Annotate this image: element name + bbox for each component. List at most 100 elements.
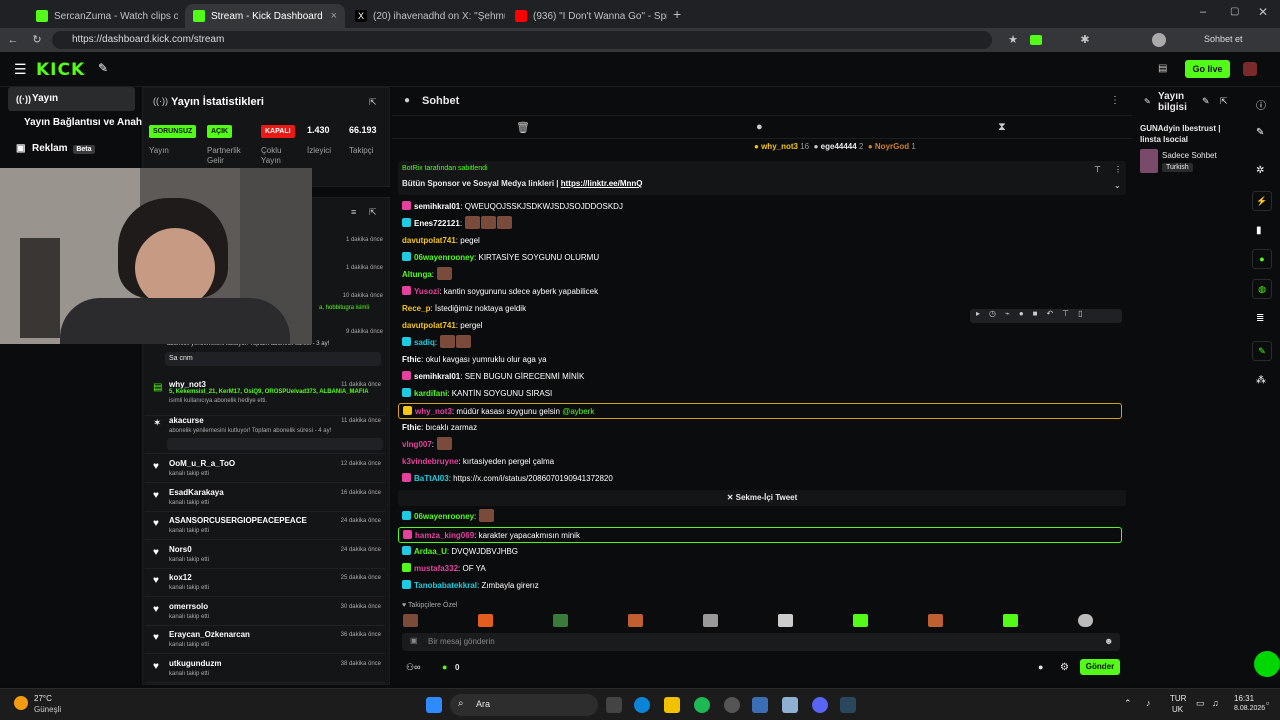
- tag-badge[interactable]: Turkish: [1162, 163, 1193, 172]
- chat-message[interactable]: semihkral01: SEN BUGUN GİRECENMİ MİNİK: [402, 369, 1122, 385]
- browser-tab[interactable]: X (20) ihavenadhd on X: "Şehmus & ×: [347, 4, 505, 28]
- close-tab-icon[interactable]: ×: [331, 10, 337, 22]
- star-icon[interactable]: ★: [1006, 33, 1020, 47]
- settings-icon[interactable]: ✲: [1256, 165, 1264, 176]
- chat-message[interactable]: kardifani: KANTİN SOYGUNU SIRASI: [402, 386, 1122, 402]
- chat-message[interactable]: Fthic: okul kavgası yumruklu olur aga ya: [402, 352, 1122, 368]
- chat-message[interactable]: Altunga:: [402, 267, 1122, 283]
- list-item[interactable]: ♥ kox12 kanalı takip etti 25 dakika önce: [145, 569, 385, 597]
- browser-tab[interactable]: SercanZuma - Watch clips on Kick ×: [28, 4, 178, 28]
- monitor-icon[interactable]: ▭: [1196, 698, 1205, 709]
- edit-icon[interactable]: ✎: [1202, 96, 1210, 107]
- chat-bubble-icon[interactable]: ●: [1038, 662, 1043, 672]
- chat-message[interactable]: hamza_king069: karakter yapacakmısın min…: [398, 527, 1122, 543]
- list-item[interactable]: ✶ akacurse 11 dakika önce abonelik yenil…: [145, 412, 385, 454]
- pin-icon[interactable]: ⊤: [1094, 165, 1101, 174]
- list-item[interactable]: ♥ Nors0 kanalı takip etti 24 dakika önce: [145, 541, 385, 569]
- browser-tab-active[interactable]: Stream - Kick Dashboard ×: [185, 4, 345, 28]
- popout-icon[interactable]: ⇱: [369, 97, 377, 108]
- list-item[interactable]: ♥ utkugunduzm kanalı takip etti 38 dakika ö…: [145, 655, 385, 683]
- chat-message[interactable]: sadiq:: [402, 335, 1122, 351]
- popout-icon[interactable]: ⇱: [369, 207, 377, 218]
- url-input[interactable]: https://dashboard.kick.com/stream: [52, 31, 992, 49]
- profile-label[interactable]: Sohbet et: [1204, 34, 1243, 44]
- filter-icon[interactable]: ≡: [351, 207, 356, 217]
- folder-icon[interactable]: [664, 697, 680, 713]
- chat-message[interactable]: Fthic: bıcaklı zarmaz: [402, 420, 1122, 436]
- windows-start-icon[interactable]: [426, 697, 442, 713]
- menu-icon[interactable]: ☰: [14, 61, 27, 78]
- list-item[interactable]: ♥ OoM_u_R_a_ToO kanalı takip etti 12 dakika…: [145, 455, 385, 483]
- kick-logo[interactable]: KICK: [36, 60, 85, 80]
- layers-icon[interactable]: ≣: [1256, 313, 1264, 324]
- edge-icon[interactable]: [634, 697, 650, 713]
- chat-message[interactable]: 06wayenrooney: KIRTASİYE SOYGUNU OLURMU: [402, 250, 1122, 266]
- avatar[interactable]: [1152, 33, 1166, 47]
- users-icon[interactable]: ⚇∞: [406, 662, 420, 673]
- chat-message[interactable]: Enes722121:: [402, 216, 1122, 232]
- app-icon[interactable]: [752, 697, 768, 713]
- chat-input[interactable]: ▣ Bir mesaj gönderin ☻: [402, 633, 1120, 651]
- chat-message[interactable]: 06wayenrooney:: [402, 509, 1122, 525]
- wrench-icon[interactable]: ✎: [1252, 341, 1272, 361]
- chat-message[interactable]: semihkral01: QWEUQOJSSKJSDKWJSDJSOJDDOSK…: [402, 199, 1122, 215]
- maximize-button[interactable]: ▢: [1230, 6, 1239, 17]
- chat-message[interactable]: davutpolat741: pegel: [402, 233, 1122, 249]
- sidebar-item-ads[interactable]: ▣ Reklam Beta: [8, 137, 95, 161]
- spotify-icon[interactable]: [694, 697, 710, 713]
- list-item[interactable]: ▤ why_not3 11 dakika önce 5, Kekemsisl_2…: [145, 376, 385, 416]
- chat-message[interactable]: why_not3: müdür kasası soygunu gelsin @a…: [398, 403, 1122, 419]
- go-live-button[interactable]: Go live: [1185, 60, 1230, 78]
- chat-message[interactable]: Ardaa_U: DVQWJDBVJHBG: [402, 544, 1122, 560]
- discord-icon[interactable]: [812, 697, 828, 713]
- pin-icon[interactable]: ✎: [98, 61, 108, 75]
- chat-bubble-icon[interactable]: ●: [756, 121, 763, 133]
- sidebar-item-stream-key[interactable]: Yayın Bağlantısı ve Anahtarı: [8, 111, 158, 135]
- notification-icon[interactable]: ▫: [1266, 698, 1269, 708]
- chat-message[interactable]: BaTtAl03: https://x.com/i/status/2086070…: [402, 471, 1122, 487]
- list-item[interactable]: ♥ EsadKarakaya kanalı takip etti 16 dakika …: [145, 484, 385, 512]
- extension-icon[interactable]: [1030, 35, 1042, 45]
- send-button[interactable]: Gönder: [1080, 659, 1120, 675]
- puzzle-icon[interactable]: ✱: [1078, 33, 1092, 47]
- lightning-icon[interactable]: ⚡: [1252, 191, 1272, 211]
- layout-icon[interactable]: ▤: [1158, 63, 1167, 74]
- trash-icon[interactable]: 🗑: [516, 121, 530, 134]
- sidebar-item-stream[interactable]: ((·)) Yayın: [8, 87, 135, 111]
- chat-message[interactable]: Yusozi: kantin soygununu sdece ayberk ya…: [402, 284, 1122, 300]
- chat-message[interactable]: Rece_p: İstediğimiz noktaya geldik: [402, 301, 1122, 317]
- chat-message[interactable]: mustafa332: OF YA: [402, 561, 1122, 577]
- steam-icon[interactable]: [840, 697, 856, 713]
- minimize-button[interactable]: –: [1200, 6, 1206, 18]
- chat-message[interactable]: k3vindebruyne: kırtasiyeden pergel çalma: [402, 454, 1122, 470]
- search-input[interactable]: ⌕ Ara: [450, 694, 598, 716]
- emote-icon[interactable]: ▣: [410, 636, 418, 645]
- mic-icon[interactable]: ♪: [1146, 698, 1151, 708]
- chevron-up-icon[interactable]: ⌃: [1124, 698, 1132, 709]
- task-view-icon[interactable]: [606, 697, 622, 713]
- close-window-button[interactable]: ✕: [1258, 5, 1268, 19]
- volume-icon[interactable]: ♫: [1212, 698, 1219, 708]
- status-dot[interactable]: [1254, 651, 1280, 677]
- list-item[interactable]: ♥ omerrsolo kanalı takip etti 30 dakika önc…: [145, 598, 385, 626]
- browser-tab[interactable]: (936) "I Don't Wanna Go" - Spider ×: [507, 4, 667, 28]
- list-item[interactable]: ♥ Eraycan_Ozkenarcan kanalı takip etti 36 d…: [145, 626, 385, 654]
- list-item[interactable]: ♥ ASANSORCUSERGIOPEACEPEACE kanalı takip e…: [145, 512, 385, 540]
- chat-message[interactable]: Tanobabatekkral: Zımbayla girerız: [402, 578, 1122, 594]
- app-icon[interactable]: [724, 697, 740, 713]
- category-name[interactable]: Sadece Sohbet: [1162, 151, 1217, 160]
- gear-icon[interactable]: ⚙: [1060, 662, 1069, 673]
- pinned-message[interactable]: BotRix tarafından sabitlendi Bütün Spons…: [398, 161, 1126, 195]
- avatar[interactable]: [1243, 62, 1257, 76]
- hourglass-icon[interactable]: ⧗: [998, 121, 1006, 134]
- chevron-down-icon[interactable]: ⌄: [1114, 181, 1121, 190]
- info-icon[interactable]: ⓘ: [1256, 97, 1266, 112]
- emote-bar[interactable]: [402, 614, 1122, 628]
- chat-message[interactable]: vlng007:: [402, 437, 1122, 453]
- more-icon[interactable]: ⋮: [1110, 95, 1120, 106]
- broadcast-icon[interactable]: ◍: [1252, 279, 1272, 299]
- tweet-embed[interactable]: ✕ Sekme-İçi Tweet: [398, 490, 1126, 506]
- reload-icon[interactable]: ↻: [30, 33, 44, 47]
- apps-icon[interactable]: ⁂: [1256, 375, 1266, 386]
- edit-icon[interactable]: ✎: [1256, 127, 1264, 138]
